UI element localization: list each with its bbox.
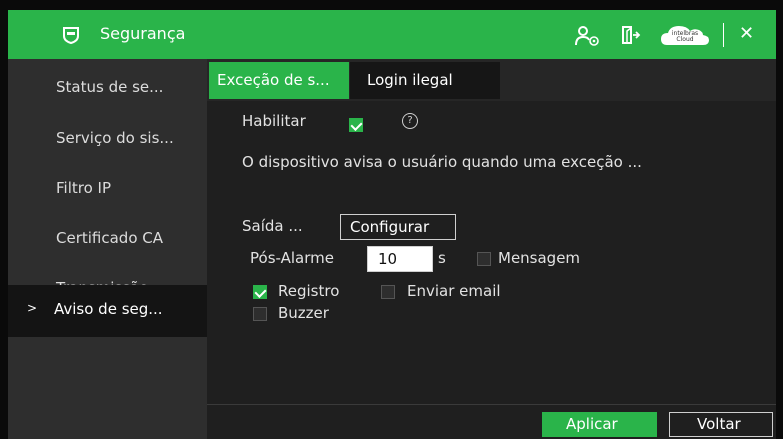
back-button[interactable]: Voltar	[669, 412, 773, 437]
message-label: Mensagem	[498, 249, 581, 267]
record-checkbox[interactable]	[253, 285, 267, 299]
sidebar-item-label: Status de se...	[56, 78, 164, 96]
logout-icon[interactable]	[621, 25, 641, 45]
sidebar-item-ip-filter[interactable]: Filtro IP	[8, 164, 207, 214]
title-bar: Segurança intelbras Cloud ✕	[8, 10, 776, 59]
tab-illegal-login[interactable]: Login ilegal	[350, 62, 500, 99]
tab-label: Exceção de s...	[217, 71, 330, 89]
send-email-label: Enviar email	[407, 282, 501, 300]
sidebar-item-label: Filtro IP	[56, 179, 112, 197]
shield-icon	[63, 27, 79, 44]
sidebar-item-ca-certificate[interactable]: Certificado CA	[8, 214, 207, 264]
tab-label: Login ilegal	[367, 71, 453, 89]
post-alarm-unit: s	[438, 249, 446, 267]
sidebar-item-label: Serviço do sis...	[56, 129, 174, 147]
buzzer-label: Buzzer	[278, 304, 329, 322]
apply-button[interactable]: Aplicar	[542, 412, 657, 437]
user-settings-icon[interactable]	[575, 25, 601, 47]
send-email-checkbox[interactable]	[381, 285, 395, 299]
titlebar-separator	[723, 23, 724, 47]
main-panel: Exceção de s... Login ilegal Habilitar ?…	[207, 59, 776, 439]
enable-checkbox[interactable]	[349, 118, 363, 132]
output-label: Saída ...	[242, 217, 303, 235]
cloud-button[interactable]: intelbras Cloud	[661, 24, 709, 46]
sidebar-item-security-warning[interactable]: > Aviso de seg...	[8, 285, 207, 337]
sidebar-item-label: Certificado CA	[56, 229, 164, 247]
sidebar: Status de se... Serviço do sis... Filtro…	[8, 59, 207, 439]
post-alarm-input[interactable]: 10	[367, 246, 433, 272]
enable-label: Habilitar	[242, 112, 306, 130]
apply-button-label: Aplicar	[566, 415, 618, 433]
window-title: Segurança	[100, 24, 186, 43]
configure-button[interactable]: Configurar	[340, 214, 456, 240]
sidebar-item-system-service[interactable]: Serviço do sis...	[8, 114, 207, 164]
tab-bar: Exceção de s... Login ilegal	[207, 59, 776, 101]
configure-button-label: Configurar	[350, 218, 430, 236]
security-window: Segurança intelbras Cloud ✕ Status de se…	[8, 10, 776, 439]
chevron-right-icon: >	[27, 301, 38, 315]
message-checkbox[interactable]	[477, 252, 491, 266]
back-button-label: Voltar	[697, 415, 741, 433]
buzzer-checkbox[interactable]	[253, 307, 267, 321]
description-text: O dispositivo avisa o usuário quando uma…	[242, 153, 642, 171]
record-label: Registro	[278, 282, 340, 300]
sidebar-item-status[interactable]: Status de se...	[8, 63, 207, 113]
sidebar-item-label: Aviso de seg...	[54, 300, 163, 318]
post-alarm-label: Pós-Alarme	[250, 249, 334, 267]
cloud-label-text: Cloud	[676, 36, 694, 43]
post-alarm-value: 10	[378, 250, 398, 268]
help-icon[interactable]: ?	[402, 113, 418, 129]
footer-divider	[207, 404, 776, 405]
tab-exception[interactable]: Exceção de s...	[209, 62, 349, 99]
close-icon[interactable]: ✕	[739, 23, 754, 44]
